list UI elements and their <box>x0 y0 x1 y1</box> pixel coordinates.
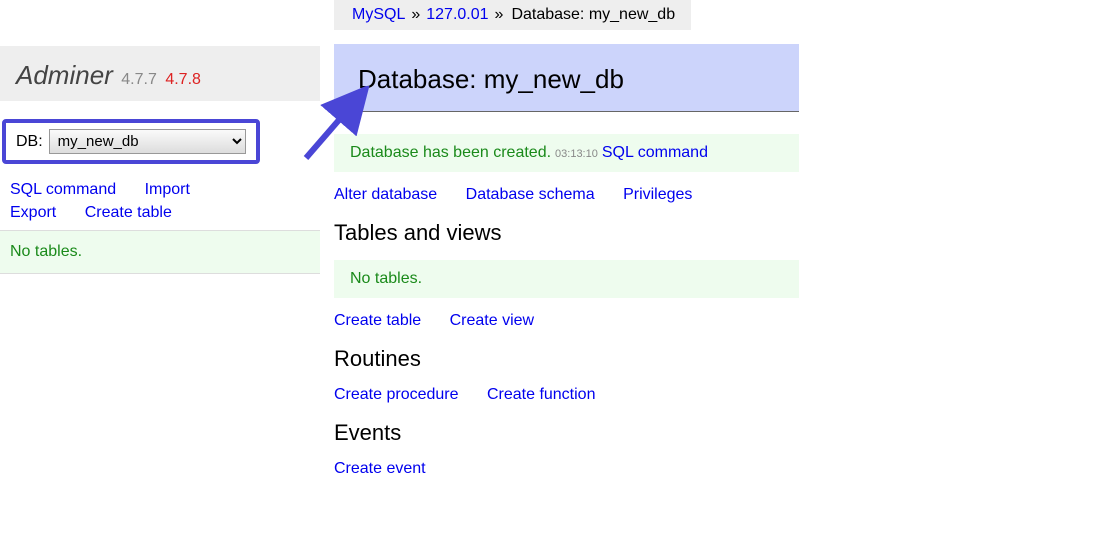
db-selector-box: DB: my_new_db <box>2 119 260 164</box>
create-function-link[interactable]: Create function <box>487 386 596 404</box>
events-heading: Events <box>334 420 799 446</box>
sidebar-no-tables: No tables. <box>0 231 320 274</box>
routines-heading: Routines <box>334 346 799 372</box>
event-actions: Create event <box>334 460 799 478</box>
success-sql-link[interactable]: SQL command <box>602 144 708 162</box>
sql-command-link[interactable]: SQL command <box>10 178 116 201</box>
create-table-link[interactable]: Create table <box>334 312 421 330</box>
breadcrumb-driver[interactable]: MySQL <box>352 6 405 24</box>
success-text: Database has been created. <box>350 144 551 162</box>
db-actions: Alter database Database schema Privilege… <box>334 186 799 204</box>
sidebar: Adminer 4.7.7 4.7.8 DB: my_new_db SQL co… <box>0 46 320 274</box>
create-view-link[interactable]: Create view <box>450 312 534 330</box>
logo-new-version[interactable]: 4.7.8 <box>165 71 201 88</box>
breadcrumb: MySQL » 127.0.01 » Database: my_new_db <box>334 0 691 30</box>
create-table-link[interactable]: Create table <box>85 201 172 224</box>
logo-box: Adminer 4.7.7 4.7.8 <box>0 46 320 101</box>
sidebar-links: SQL command Import Export Create table <box>0 156 320 231</box>
db-select[interactable]: my_new_db <box>49 129 246 154</box>
create-procedure-link[interactable]: Create procedure <box>334 386 459 404</box>
tables-no-tables: No tables. <box>334 260 799 298</box>
privileges-link[interactable]: Privileges <box>623 186 692 204</box>
export-link[interactable]: Export <box>10 201 56 224</box>
tables-heading: Tables and views <box>334 220 799 246</box>
database-schema-link[interactable]: Database schema <box>466 186 595 204</box>
success-message: Database has been created. 03:13:10 SQL … <box>334 134 799 172</box>
page-title: Database: my_new_db <box>334 44 799 112</box>
create-event-link[interactable]: Create event <box>334 460 426 478</box>
alter-database-link[interactable]: Alter database <box>334 186 437 204</box>
main: Database: my_new_db Database has been cr… <box>334 44 799 494</box>
success-timestamp: 03:13:10 <box>555 148 598 160</box>
import-link[interactable]: Import <box>145 178 190 201</box>
logo-name: Adminer <box>16 60 113 90</box>
content: Database has been created. 03:13:10 SQL … <box>334 112 799 478</box>
table-actions: Create table Create view <box>334 312 799 330</box>
db-label: DB: <box>16 133 43 151</box>
breadcrumb-sep: » <box>495 6 504 24</box>
routine-actions: Create procedure Create function <box>334 386 799 404</box>
logo-version: 4.7.7 <box>121 71 157 88</box>
breadcrumb-server[interactable]: 127.0.01 <box>426 6 488 24</box>
breadcrumb-current: Database: my_new_db <box>511 6 675 24</box>
breadcrumb-sep: » <box>411 6 420 24</box>
